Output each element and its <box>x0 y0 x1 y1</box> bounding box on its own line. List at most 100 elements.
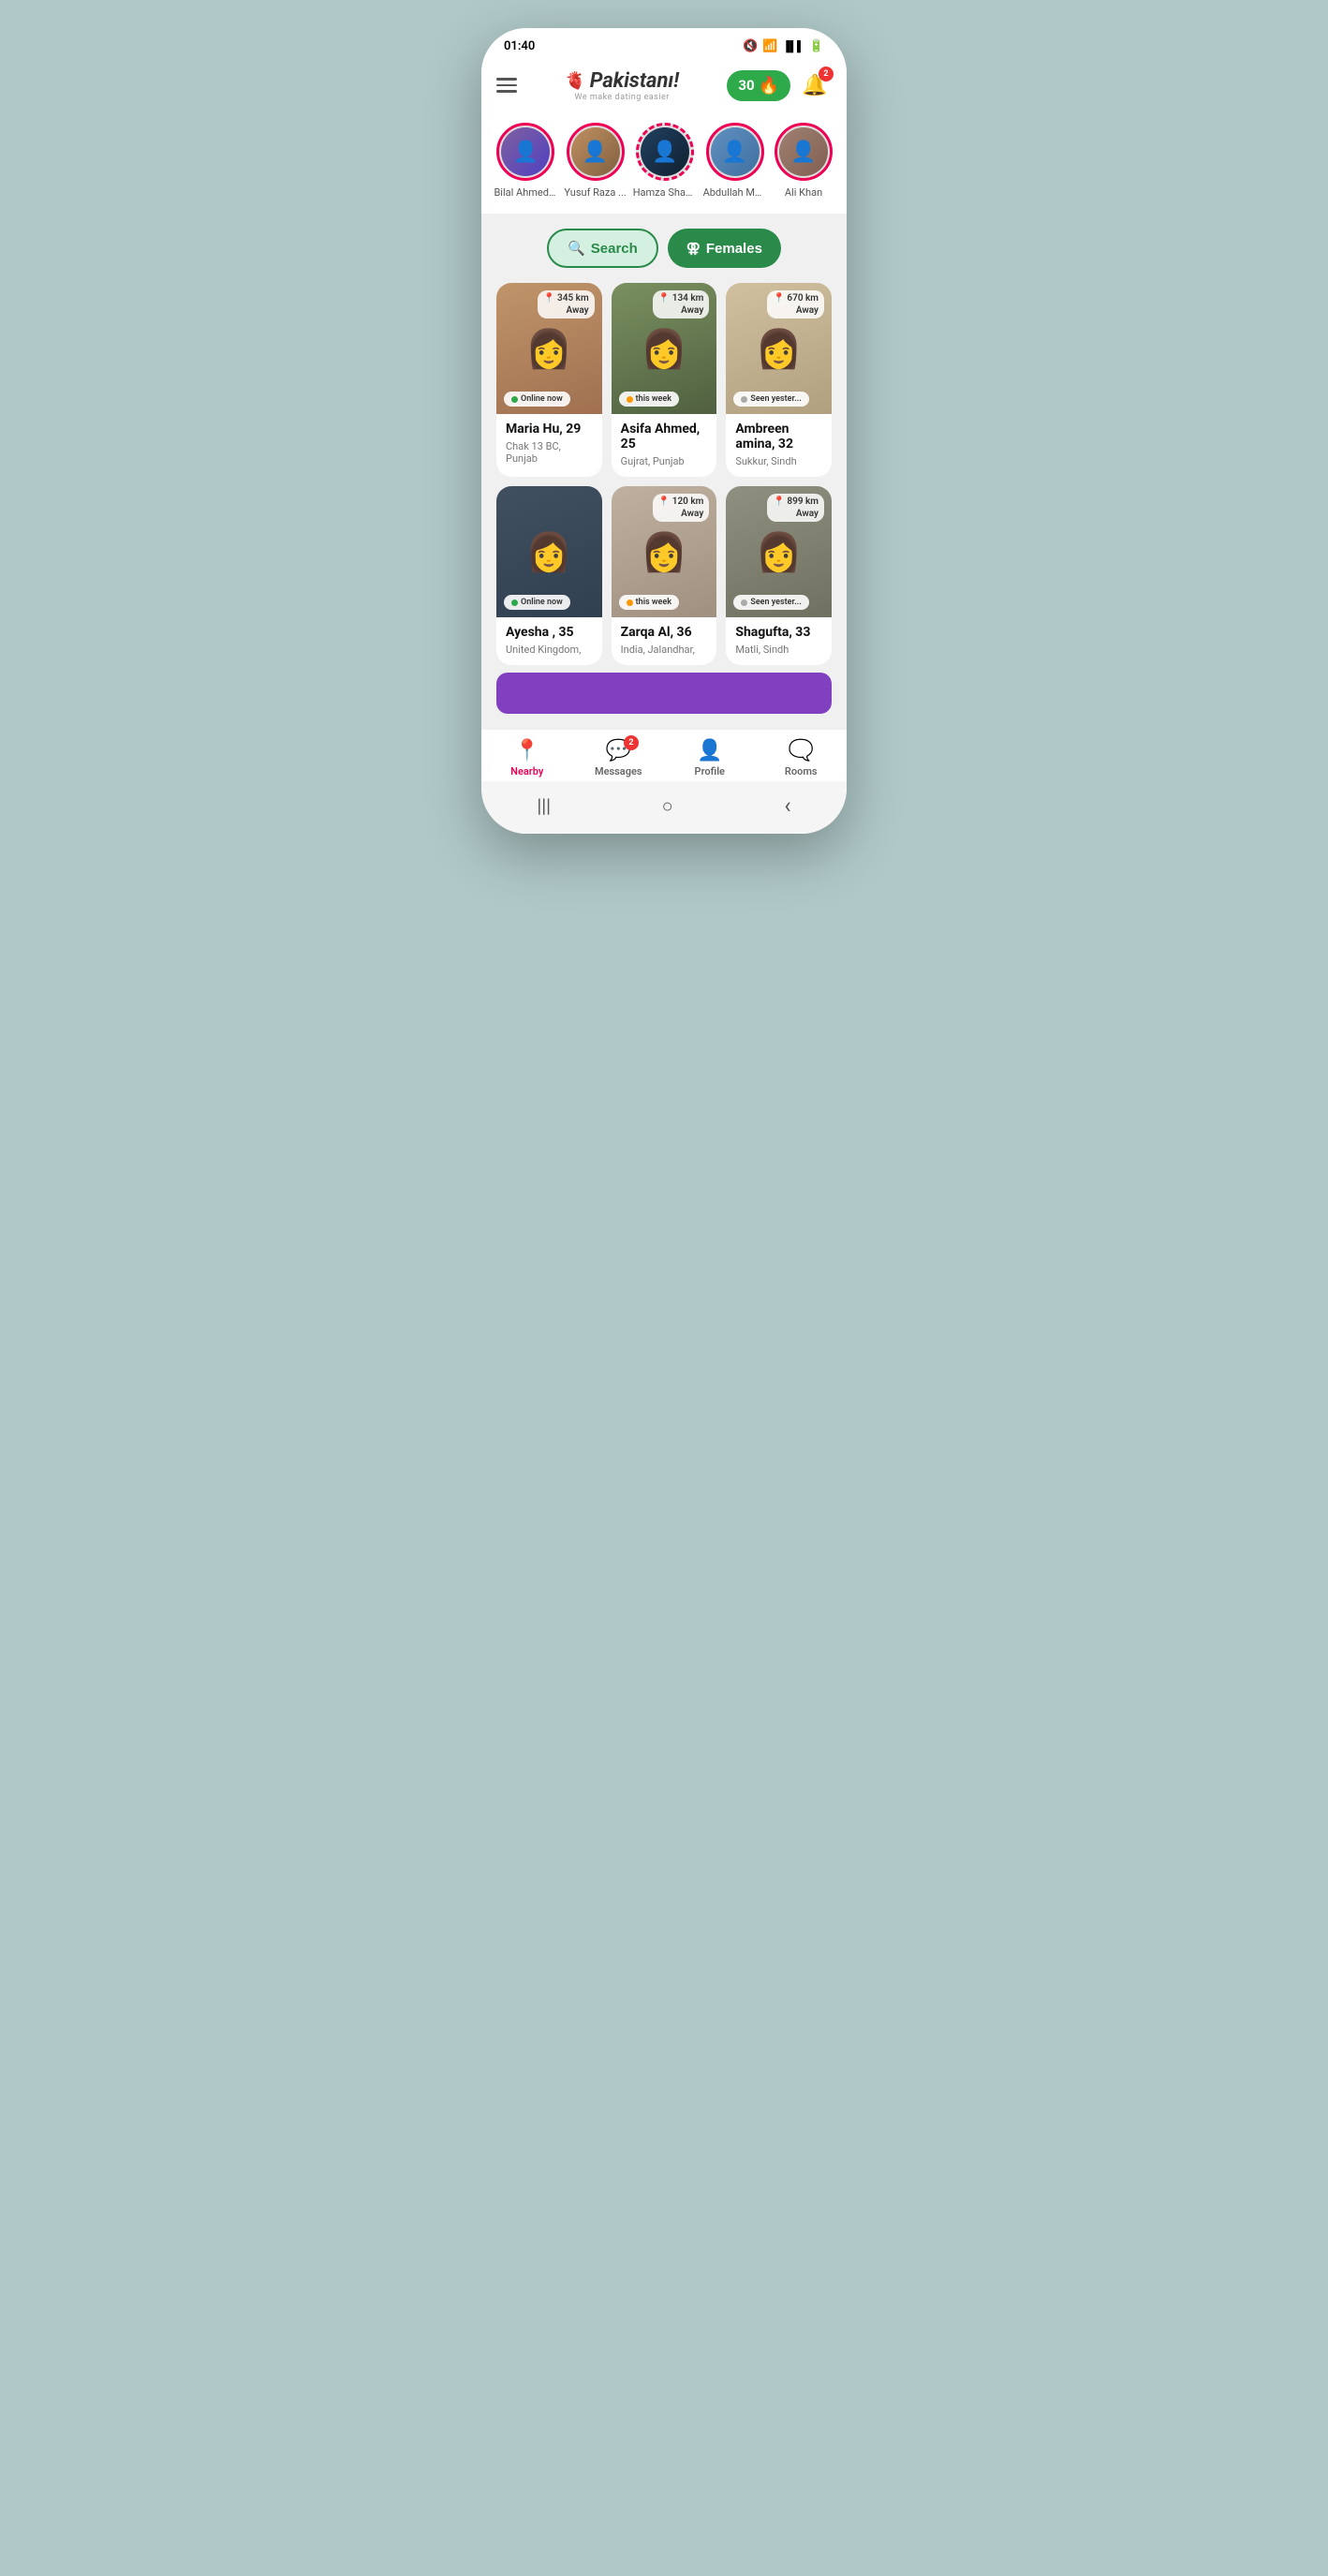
phone-frame: 01:40 🔇 📶 ▐▌▌ 🔋 🫀 Pakistanı! We make dat… <box>481 28 847 834</box>
profile-image-0: 👩📍 345 kmAwayOnline now <box>496 283 602 414</box>
content-area: 🔍 Search ⚢ Females 👩📍 345 kmAwayOnline n… <box>481 214 847 729</box>
story-item-1[interactable]: 👤 Yusuf Raza ... <box>567 123 624 199</box>
search-icon: 🔍 <box>568 240 585 257</box>
mute-icon: 🔇 <box>743 39 758 53</box>
distance-badge-1: 📍 134 kmAway <box>653 290 710 318</box>
status-bar: 01:40 🔇 📶 ▐▌▌ 🔋 <box>481 28 847 61</box>
story-avatar-4: 👤 <box>775 123 833 181</box>
profile-image-5: 👩📍 899 kmAwaySeen yester... <box>726 486 832 617</box>
profile-location-1: Gujrat, Punjab <box>621 455 708 467</box>
profile-info-0: Maria Hu, 29Chak 13 BC, Punjab <box>496 414 602 474</box>
story-name-4: Ali Khan <box>785 186 822 199</box>
status-badge-5: Seen yester... <box>733 595 808 610</box>
profile-info-2: Ambreen amina, 32 Sukkur, Sindh <box>726 414 832 477</box>
logo-sub: We make dating easier <box>575 93 670 102</box>
female-icon: ⚢ <box>686 240 701 257</box>
nav-label-nearby: Nearby <box>510 765 543 777</box>
status-badge-1: this week <box>619 392 679 407</box>
bottom-nav: 📍 Nearby 💬2 Messages 👤 Profile 🗨️ Rooms <box>481 729 847 781</box>
profile-image-1: 👩📍 134 kmAwaythis week <box>612 283 717 414</box>
profile-location-4: India, Jalandhar, <box>621 644 708 656</box>
premium-button[interactable] <box>496 673 832 714</box>
app-logo: 🫀 Pakistanı! We make dating easier <box>565 69 679 102</box>
nav-label-profile: Profile <box>695 765 725 777</box>
logo-text: Pakistanı! <box>590 69 679 93</box>
nav-item-rooms[interactable]: 🗨️ Rooms <box>773 739 829 777</box>
story-item-4[interactable]: 👤 Ali Khan <box>775 123 832 199</box>
profile-info-4: Zarqa Al, 36 India, Jalandhar, <box>612 617 717 665</box>
recents-button[interactable]: ||| <box>537 794 551 817</box>
wifi-icon: 📶 <box>762 39 777 53</box>
profile-name-4: Zarqa Al, 36 <box>621 625 708 640</box>
coins-badge[interactable]: 30 🔥 <box>727 70 790 101</box>
nav-icon-profile: 👤 <box>697 739 722 762</box>
distance-badge-0: 📍 345 kmAway <box>538 290 595 318</box>
nav-label-rooms: Rooms <box>785 765 818 777</box>
profile-image-3: 👩Online now <box>496 486 602 617</box>
nav-item-nearby[interactable]: 📍 Nearby <box>499 739 555 777</box>
filter-row: 🔍 Search ⚢ Females <box>496 229 832 268</box>
story-name-3: Abdullah Ma... <box>703 186 767 199</box>
nav-label-messages: Messages <box>595 765 642 777</box>
story-avatar-inner-0: 👤 <box>501 127 550 176</box>
distance-badge-5: 📍 899 kmAway <box>767 494 824 522</box>
back-button[interactable]: ‹ <box>784 792 790 819</box>
search-button[interactable]: 🔍 Search <box>547 229 658 268</box>
flame-icon: 🔥 <box>759 76 779 96</box>
profile-card-2[interactable]: 👩📍 670 kmAwaySeen yester...Ambreen amina… <box>726 283 832 477</box>
home-button[interactable]: ○ <box>662 794 673 818</box>
search-label: Search <box>591 241 638 257</box>
story-avatar-inner-2: 👤 <box>641 127 689 176</box>
story-name-2: Hamza Shah... <box>633 186 697 199</box>
menu-button[interactable] <box>496 78 517 93</box>
time: 01:40 <box>504 39 535 53</box>
story-avatar-2: 👤 <box>636 123 694 181</box>
signal-icon: ▐▌▌ <box>782 40 804 52</box>
app-header: 🫀 Pakistanı! We make dating easier 30 🔥 … <box>481 61 847 113</box>
profile-name-2: Ambreen amina, 32 <box>735 422 822 452</box>
story-avatar-3: 👤 <box>706 123 764 181</box>
status-badge-2: Seen yester... <box>733 392 808 407</box>
story-avatar-inner-1: 👤 <box>571 127 620 176</box>
nav-icon-wrap-profile: 👤 <box>697 739 722 762</box>
profile-location-2: Sukkur, Sindh <box>735 455 822 467</box>
battery-icon: 🔋 <box>809 39 824 53</box>
nav-icon-wrap-rooms: 🗨️ <box>789 739 814 762</box>
profile-card-0[interactable]: 👩📍 345 kmAwayOnline nowMaria Hu, 29Chak … <box>496 283 602 477</box>
nav-item-messages[interactable]: 💬2 Messages <box>590 739 646 777</box>
distance-badge-2: 📍 670 kmAway <box>767 290 824 318</box>
nav-icon-wrap-messages: 💬2 <box>606 739 631 762</box>
profile-name-3: Ayesha , 35 <box>506 625 593 640</box>
distance-badge-4: 📍 120 kmAway <box>653 494 710 522</box>
profile-card-1[interactable]: 👩📍 134 kmAwaythis weekAsifa Ahmed, 25Guj… <box>612 283 717 477</box>
story-name-0: Bilal Ahmed ... <box>494 186 557 199</box>
story-item-0[interactable]: 👤 Bilal Ahmed ... <box>496 123 555 199</box>
nav-item-profile[interactable]: 👤 Profile <box>682 739 738 777</box>
status-badge-3: Online now <box>504 595 570 610</box>
profile-image-4: 👩📍 120 kmAwaythis week <box>612 486 717 617</box>
profiles-grid: 👩📍 345 kmAwayOnline nowMaria Hu, 29Chak … <box>496 283 832 665</box>
nav-badge-messages: 2 <box>624 735 639 750</box>
females-filter-button[interactable]: ⚢ Females <box>668 229 781 268</box>
profile-name-1: Asifa Ahmed, 25 <box>621 422 708 452</box>
logo-heart-icon: 🫀 <box>565 71 585 91</box>
story-item-3[interactable]: 👤 Abdullah Ma... <box>705 123 764 199</box>
status-icons: 🔇 📶 ▐▌▌ 🔋 <box>743 39 824 53</box>
profile-info-1: Asifa Ahmed, 25 Gujrat, Punjab <box>612 414 717 477</box>
profile-card-4[interactable]: 👩📍 120 kmAwaythis week Zarqa Al, 36 India,… <box>612 486 717 665</box>
profile-card-5[interactable]: 👩📍 899 kmAwaySeen yester...Shagufta, 33M… <box>726 486 832 665</box>
story-name-1: Yusuf Raza ... <box>564 186 626 199</box>
profile-name-5: Shagufta, 33 <box>735 625 822 640</box>
profile-location-3: United Kingdom, <box>506 644 593 656</box>
nav-icon-nearby: 📍 <box>514 739 539 762</box>
nav-icon-rooms: 🗨️ <box>789 739 814 762</box>
profile-location-5: Matli, Sindh <box>735 644 822 656</box>
notif-count: 2 <box>819 67 834 81</box>
android-nav: ||| ○ ‹ <box>481 781 847 834</box>
story-item-2[interactable]: 👤 Hamza Shah... <box>635 123 694 199</box>
notifications-button[interactable]: 🔔 2 <box>798 68 832 102</box>
story-avatar-1: 👤 <box>567 123 625 181</box>
profile-card-3[interactable]: 👩Online now Ayesha , 35 United Kingdom, <box>496 486 602 665</box>
profile-info-5: Shagufta, 33 Matli, Sindh <box>726 617 832 665</box>
story-avatar-inner-3: 👤 <box>711 127 760 176</box>
